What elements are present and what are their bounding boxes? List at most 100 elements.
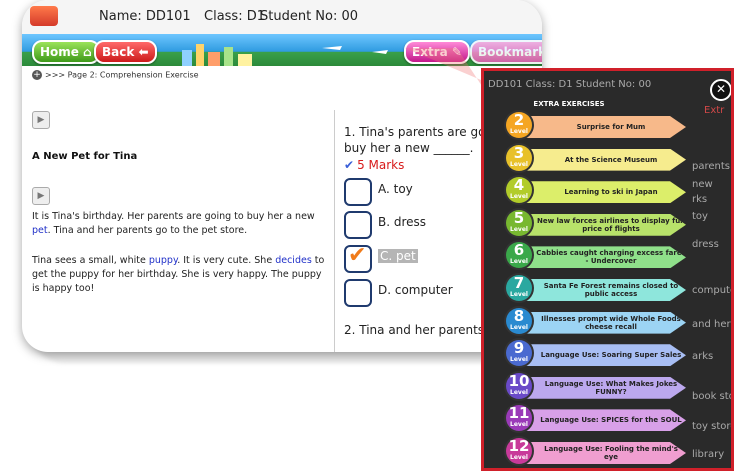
option-checkbox[interactable]: ✔ <box>344 243 372 273</box>
level-badge-icon: 9 Level <box>506 339 532 367</box>
play-title-audio-button[interactable]: ▶ <box>32 111 50 129</box>
check-icon: ✔ <box>344 158 355 172</box>
level-title: Language Use: Soaring Super Sales <box>540 351 682 360</box>
play-icon: ▶ <box>37 115 45 125</box>
student-class: Class: D1 <box>204 9 265 24</box>
paper-icon: ✎ <box>451 45 462 59</box>
level-2-item[interactable]: Surprise for Mum 2 Level <box>506 112 696 140</box>
level-number: 2 <box>513 111 525 129</box>
level-title-bar[interactable]: Language Use: SPICES for the SOUL <box>526 409 686 432</box>
level-badge-icon: 4 Level <box>506 176 532 204</box>
level-title-bar[interactable]: Learning to ski in Japan <box>526 181 686 204</box>
level-badge-icon: 7 Level <box>506 275 532 301</box>
option-checkbox[interactable] <box>344 178 372 206</box>
behind-text: library <box>692 449 725 460</box>
panel-title: EXTRA EXERCISES <box>533 100 605 108</box>
level-word: Level <box>510 225 528 233</box>
behind-text: dress <box>692 239 719 250</box>
close-icon[interactable]: ✕ <box>710 79 731 101</box>
vocab-link-puppy[interactable]: puppy <box>149 255 177 266</box>
vocab-link-decides[interactable]: decides <box>275 255 312 266</box>
plus-icon[interactable]: + <box>32 70 42 80</box>
level-10-item[interactable]: Language Use: What Makes Jokes FUNNY? 10 L… <box>506 372 696 401</box>
level-word: Level <box>510 291 528 298</box>
level-number: 4 <box>513 176 525 195</box>
level-title-bar[interactable]: At the Science Museum <box>526 148 686 171</box>
level-number: 7 <box>513 274 525 292</box>
level-7-item[interactable]: Santa Fe Forest remains closed to public… <box>506 275 696 303</box>
level-badge-icon: 10 Level <box>506 372 532 399</box>
level-number: 9 <box>513 339 525 358</box>
story-paragraph-1: It is Tina's birthday. Her parents are g… <box>32 211 315 236</box>
level-badge-icon: 11 Level <box>506 404 532 432</box>
level-title: Language Use: SPICES for the SOUL <box>540 416 682 425</box>
level-12-item[interactable]: Language Use: Fooling the mind's eye 12 Le… <box>506 438 696 466</box>
breadcrumb: + >>> Page 2: Comprehension Exercise <box>32 70 199 80</box>
story-paragraph-2: Tina sees a small, white puppy. It is ve… <box>32 255 325 294</box>
behind-text: and her pa <box>692 319 731 330</box>
level-word: Level <box>510 356 528 364</box>
level-number: 3 <box>513 143 525 162</box>
level-badge-icon: 8 Level <box>506 306 532 334</box>
level-title-bar[interactable]: New law forces airlines to display full … <box>526 213 686 236</box>
level-title: At the Science Museum <box>564 155 658 164</box>
level-6-item[interactable]: Cabbies caught charging excess fares - U… <box>506 242 696 270</box>
panel-background-extra: Extr <box>704 105 725 116</box>
panel-background-header: DD101 Class: D1 Student No: 00 <box>488 79 652 90</box>
level-9-item[interactable]: Language Use: Soaring Super Sales 9 Level <box>506 340 696 368</box>
level-word: Level <box>510 454 528 461</box>
level-title-bar[interactable]: Language Use: What Makes Jokes FUNNY? <box>526 376 686 399</box>
arrow-left-icon: ⬅ <box>138 45 149 59</box>
behind-text: toy store <box>692 421 734 432</box>
back-button[interactable]: Back ⬅ <box>94 40 157 64</box>
level-word: Level <box>510 323 528 331</box>
column-divider <box>334 110 335 352</box>
level-5-item[interactable]: New law forces airlines to display full … <box>506 208 696 238</box>
behind-text: parents c <box>692 161 731 172</box>
student-info-bar: Name: DD101 Class: D1 Student No: 00 <box>22 0 542 35</box>
play-story-audio-button[interactable]: ▶ <box>32 187 50 205</box>
level-word: Level <box>510 388 528 396</box>
option-checkbox[interactable] <box>344 211 372 239</box>
level-11-item[interactable]: Language Use: SPICES for the SOUL 11 Level <box>506 405 696 433</box>
extra-button[interactable]: Extra ✎ <box>404 40 470 64</box>
extra-exercises-panel: DD101 Class: D1 Student No: 00 Extr ✕ EX… <box>481 68 734 471</box>
level-word: Level <box>510 258 528 266</box>
tick-icon: ✔ <box>348 243 367 268</box>
vocab-link-pet[interactable]: pet <box>32 225 48 236</box>
level-word: Level <box>510 421 528 429</box>
level-title-bar[interactable]: Language Use: Soaring Super Sales <box>526 344 686 367</box>
bookmark-button[interactable]: Bookmark <box>470 40 542 64</box>
option-checkbox[interactable] <box>344 279 372 307</box>
level-title-bar[interactable]: Surprise for Mum <box>526 116 686 138</box>
home-button[interactable]: Home ⌂ <box>32 40 100 64</box>
level-title: Santa Fe Forest remains closed to public… <box>543 282 679 298</box>
level-number: 5 <box>513 208 525 227</box>
nav-bar: Home ⌂ Back ⬅ Extra ✎ Bookmark <box>22 34 542 66</box>
level-title-bar[interactable]: Illnesses prompt wide Whole Foods cheese… <box>526 311 686 334</box>
house-icon: ⌂ <box>83 45 92 59</box>
level-title: Language Use: What Makes Jokes FUNNY? <box>544 379 678 396</box>
level-title: New law forces airlines to display full … <box>537 216 685 233</box>
lesson-window: Name: DD101 Class: D1 Student No: 00 Hom… <box>22 0 542 352</box>
level-8-item[interactable]: Illnesses prompt wide Whole Foods cheese… <box>506 306 696 336</box>
level-number: 8 <box>513 306 525 325</box>
city-skyline-icon <box>182 44 388 66</box>
level-title-bar[interactable]: Language Use: Fooling the mind's eye <box>526 442 686 464</box>
student-name: Name: DD101 <box>99 9 191 24</box>
level-4-item[interactable]: Learning to ski in Japan 4 Level <box>506 177 696 205</box>
level-title-bar[interactable]: Santa Fe Forest remains closed to public… <box>526 279 686 301</box>
level-number: 6 <box>513 241 525 260</box>
level-badge-icon: 3 Level <box>506 143 532 171</box>
level-word: Level <box>510 128 528 135</box>
level-word: Level <box>510 160 528 168</box>
level-title-bar[interactable]: Cabbies caught charging excess fares - U… <box>526 246 686 269</box>
level-title: Language Use: Fooling the mind's eye <box>544 445 678 461</box>
level-badge-icon: 6 Level <box>506 241 532 269</box>
level-number: 11 <box>508 404 530 423</box>
student-number: Student No: 00 <box>260 9 359 24</box>
level-title: Cabbies caught charging excess fares - U… <box>536 249 686 266</box>
level-badge-icon: 2 Level <box>506 112 532 138</box>
level-3-item[interactable]: At the Science Museum 3 Level <box>506 143 696 173</box>
level-title: Learning to ski in Japan <box>564 188 658 197</box>
